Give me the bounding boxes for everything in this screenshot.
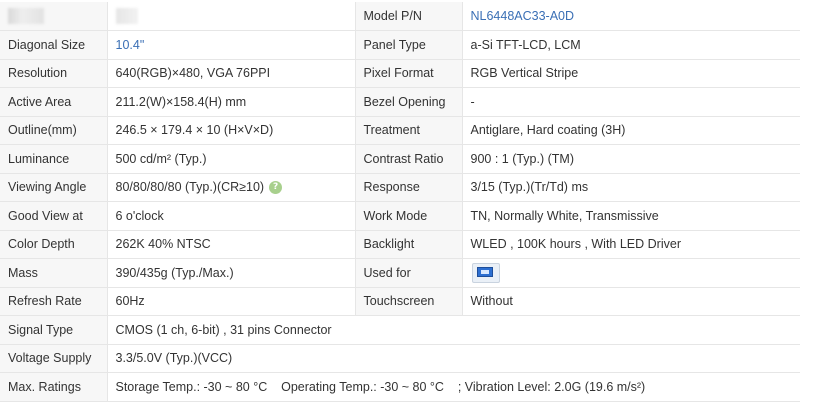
spec-label: Contrast Ratio — [363, 151, 444, 166]
spec-value: 60Hz — [115, 294, 145, 309]
blurred-logo — [8, 8, 44, 24]
spec-table: Model P/N NL6448AC33-A0D Diagonal Size 1… — [0, 2, 800, 402]
spec-row: Voltage Supply 3.3/5.0V (Typ.)(VCC) — [0, 344, 800, 373]
spec-label: Outline(mm) — [8, 123, 77, 138]
blurred-logo-cell — [0, 2, 107, 31]
spec-value: RGB Vertical Stripe — [470, 66, 579, 81]
spec-row: Refresh Rate 60Hz Touchscreen Without — [0, 287, 800, 316]
spec-value: 500 cd/m² (Typ.) — [115, 151, 207, 166]
spec-value: TN, Normally White, Transmissive — [470, 208, 659, 223]
spec-value: 246.5 × 179.4 × 10 (H×V×D) — [115, 123, 274, 138]
spec-value: a-Si TFT-LCD, LCM — [470, 37, 581, 52]
spec-value: WLED , 100K hours , With LED Driver — [470, 237, 681, 252]
spec-label: Mass — [8, 265, 38, 280]
spec-value: 3/15 (Typ.)(Tr/Td) ms — [470, 180, 589, 195]
industrial-device-icon[interactable] — [471, 262, 501, 284]
spec-row: Color Depth 262K 40% NTSC Backlight WLED… — [0, 230, 800, 259]
model-number-link[interactable]: NL6448AC33-A0D — [471, 9, 575, 23]
spec-label: Touchscreen — [363, 294, 435, 309]
spec-label: Viewing Angle — [8, 180, 87, 195]
spec-label: Refresh Rate — [8, 294, 82, 309]
blurred-image-cell — [106, 2, 355, 31]
spec-label: Work Mode — [363, 208, 428, 223]
spec-value: 80/80/80/80 (Typ.)(CR≥10) — [115, 180, 265, 195]
spec-label: Bezel Opening — [363, 94, 446, 109]
spec-value: 900 : 1 (Typ.) (TM) — [470, 151, 575, 166]
spec-row: Max. Ratings Storage Temp.: -30 ~ 80 °C … — [0, 372, 800, 402]
spec-row: Viewing Angle 80/80/80/80 (Typ.)(CR≥10)?… — [0, 173, 800, 202]
spec-label: Pixel Format — [363, 66, 434, 81]
spec-label: Voltage Supply — [8, 351, 92, 366]
spec-row: Active Area 211.2(W)×158.4(H) mm Bezel O… — [0, 87, 800, 117]
spec-value: 640(RGB)×480, VGA 76PPI — [115, 66, 271, 81]
spec-label: Response — [363, 180, 420, 195]
spec-label: Diagonal Size — [8, 37, 86, 52]
spec-value: Antiglare, Hard coating (3H) — [470, 123, 626, 138]
spec-label: Good View at — [8, 208, 83, 223]
diagonal-size-link[interactable]: 10.4" — [116, 38, 145, 52]
spec-label: Model P/N — [363, 9, 422, 23]
spec-value: 211.2(W)×158.4(H) mm — [115, 94, 247, 109]
spec-value: Storage Temp.: -30 ~ 80 °C Operating Tem… — [115, 379, 646, 394]
blurred-image — [115, 8, 138, 24]
spec-value: 390/435g (Typ./Max.) — [115, 265, 234, 280]
spec-row: Luminance 500 cd/m² (Typ.) Contrast Rati… — [0, 144, 800, 174]
spec-label: Luminance — [8, 151, 70, 166]
spec-value: CMOS (1 ch, 6-bit) , 31 pins Connector — [115, 322, 332, 337]
spec-label: Backlight — [363, 237, 415, 252]
spec-row: Resolution 640(RGB)×480, VGA 76PPI Pixel… — [0, 59, 800, 88]
spec-value: Without — [470, 294, 513, 309]
spec-value: 3.3/5.0V (Typ.)(VCC) — [115, 351, 233, 366]
spec-row: Mass 390/435g (Typ./Max.) Used for — [0, 258, 800, 288]
help-icon[interactable]: ? — [269, 181, 283, 195]
spec-row: Signal Type CMOS (1 ch, 6-bit) , 31 pins… — [0, 315, 800, 345]
spec-label: Resolution — [8, 66, 68, 81]
spec-label: Signal Type — [8, 322, 74, 337]
spec-label: Treatment — [363, 123, 421, 138]
spec-label: Active Area — [8, 94, 72, 109]
spec-label: Color Depth — [8, 237, 75, 252]
spec-row: Good View at 6 o'clock Work Mode TN, Nor… — [0, 201, 800, 231]
spec-row: Outline(mm) 246.5 × 179.4 × 10 (H×V×D) T… — [0, 116, 800, 145]
spec-value: - — [470, 94, 475, 109]
spec-label: Used for — [363, 265, 411, 280]
spec-row: Model P/N NL6448AC33-A0D — [0, 2, 800, 31]
spec-value: 262K 40% NTSC — [115, 237, 211, 252]
spec-label: Panel Type — [363, 37, 426, 52]
spec-row: Diagonal Size 10.4" Panel Type a-Si TFT-… — [0, 30, 800, 60]
spec-value: 6 o'clock — [115, 208, 164, 223]
spec-label: Max. Ratings — [8, 379, 81, 394]
